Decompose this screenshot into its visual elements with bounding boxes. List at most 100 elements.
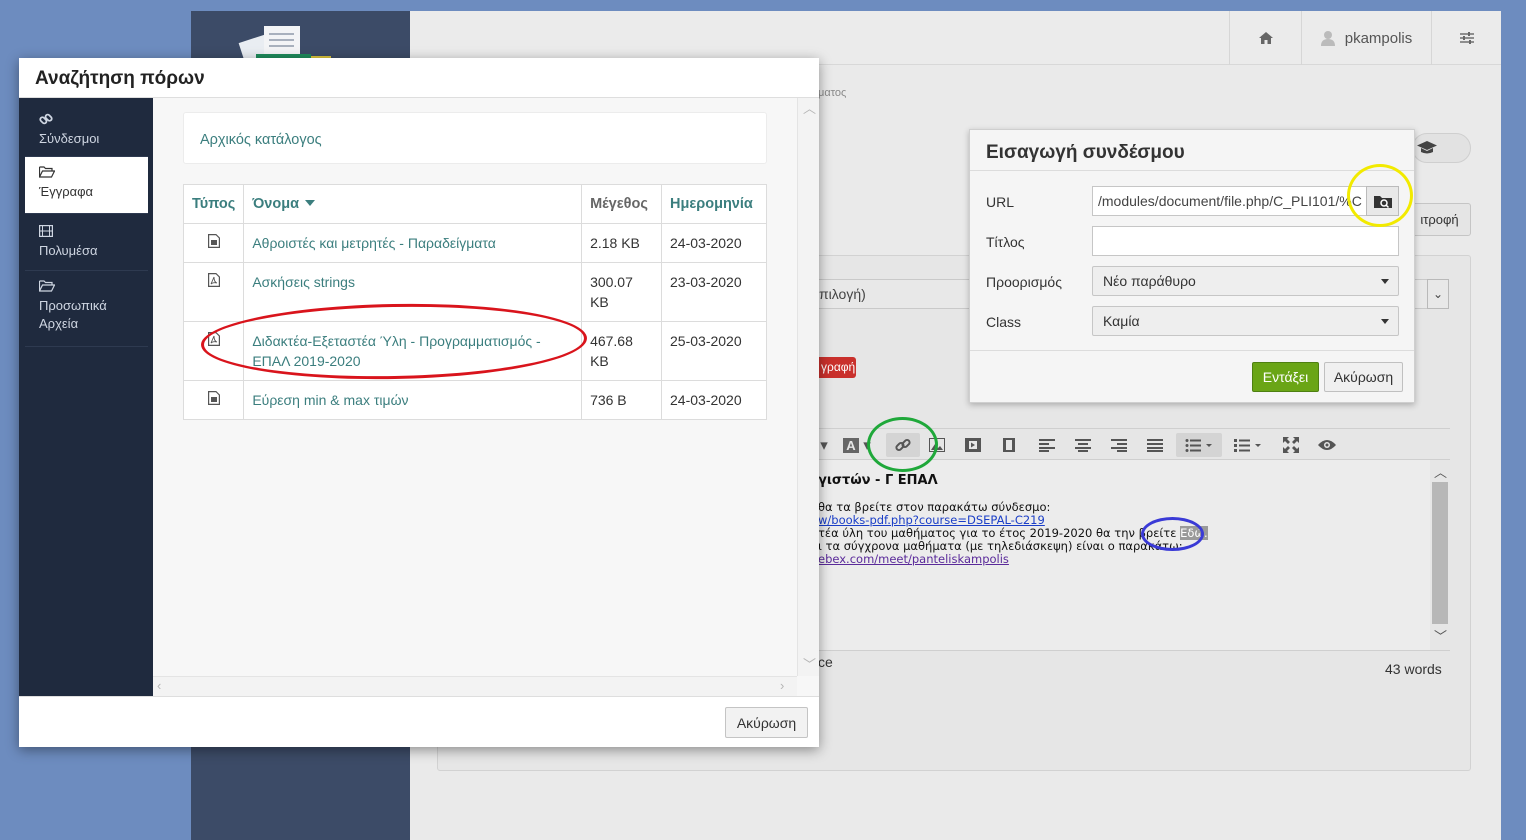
- dialog-title: Εισαγωγή συνδέσμου: [986, 142, 1185, 163]
- home-button[interactable]: [1229, 11, 1301, 65]
- nav-item-documents[interactable]: Έγγραφα: [25, 157, 148, 214]
- title-field[interactable]: [1092, 226, 1399, 256]
- sliders-icon: [1459, 32, 1474, 44]
- vertical-scrollbar[interactable]: ︿ ﹀: [797, 98, 819, 676]
- browse-button[interactable]: [1366, 186, 1399, 216]
- insert-link-dialog: Εισαγωγή συνδέσμου URL /modules/document…: [969, 129, 1415, 403]
- scroll-thumb[interactable]: [1432, 482, 1448, 624]
- align-center-icon[interactable]: [1070, 433, 1096, 457]
- editor-toolbar: ▾ A ▾: [818, 428, 1450, 460]
- horizontal-scrollbar[interactable]: ‹ ›: [153, 676, 797, 696]
- bg-breadcrumb-fragment: ματος: [818, 87, 847, 99]
- nav-item-links[interactable]: Σύνδεσμοι: [25, 104, 148, 157]
- ok-button[interactable]: Εντάξει: [1252, 362, 1319, 392]
- scroll-up-icon[interactable]: ︿: [1434, 462, 1447, 481]
- editor-heading: γιστών - Γ ΕΠΑΛ: [818, 473, 938, 488]
- cancel-button[interactable]: Ακύρωση: [725, 707, 808, 738]
- insert-link-button[interactable]: [886, 433, 920, 457]
- align-justify-icon[interactable]: [1142, 433, 1168, 457]
- align-right-icon[interactable]: [1106, 433, 1132, 457]
- return-button[interactable]: ιτροφή: [1408, 203, 1471, 236]
- file-icon: [207, 234, 220, 248]
- pdf-file-icon: [207, 273, 220, 287]
- link-icon: [39, 113, 53, 125]
- file-size: 736 B: [581, 380, 663, 420]
- align-left-icon[interactable]: [1034, 433, 1060, 457]
- file-link[interactable]: Αθροιστές και μετρητές - Παραδείγματα: [252, 235, 496, 251]
- col-header-type[interactable]: Τύπος: [182, 184, 245, 224]
- word-count: 43 words: [1385, 661, 1442, 677]
- scroll-up-icon[interactable]: ︿: [803, 98, 816, 117]
- media-icon[interactable]: [960, 433, 986, 457]
- table-row: Διδακτέα-Εξεταστέα Ύλη - Προγραμματισμός…: [182, 321, 767, 381]
- col-header-size: Μέγεθος: [581, 184, 663, 224]
- image-icon[interactable]: [924, 433, 950, 457]
- film-icon[interactable]: [996, 433, 1022, 457]
- graduation-cap-icon: [1417, 141, 1437, 154]
- dropdown-caret-icon[interactable]: ▾: [818, 433, 830, 457]
- editor-link[interactable]: ebex.com/meet/panteliskampolis: [818, 553, 1430, 566]
- app-logo-icon: [238, 26, 331, 63]
- resource-sidenav: Σύνδεσμοι Έγγραφα Πολυμέσα Προσωπικά Αρχ…: [19, 98, 153, 696]
- scroll-down-icon[interactable]: ﹀: [803, 654, 816, 673]
- film-icon: [39, 225, 54, 238]
- editor-scrollbar[interactable]: ︿ ﹀: [1430, 460, 1450, 648]
- folder-open-icon: [38, 280, 56, 292]
- caret-down-icon: [1381, 279, 1389, 284]
- top-navbar: pkampolis: [410, 11, 1501, 65]
- fullscreen-icon[interactable]: [1278, 433, 1304, 457]
- editor-path: ce: [818, 654, 833, 670]
- nav-item-personal-files[interactable]: Προσωπικά Αρχεία: [25, 271, 148, 347]
- root-folder-link[interactable]: Αρχικός κατάλογος: [200, 132, 322, 148]
- target-label: Προορισμός: [986, 274, 1062, 290]
- file-icon: [207, 391, 220, 405]
- file-link[interactable]: Διδακτέα-Εξεταστέα Ύλη - Προγραμματισμός…: [252, 333, 540, 369]
- file-size: 300.07 KB: [581, 262, 663, 322]
- nav-label: Έγγραφα: [39, 184, 94, 199]
- numbered-list-icon[interactable]: [1230, 433, 1266, 457]
- modal-title: Αναζήτηση πόρων: [35, 68, 205, 89]
- folder-search-icon: [1373, 196, 1392, 208]
- class-label: Class: [986, 314, 1022, 330]
- caret-down-icon: [1381, 319, 1389, 324]
- selected-text[interactable]: Εδώ.: [1180, 526, 1208, 540]
- editor-content[interactable]: γιστών - Γ ΕΠΑΛ θα τα βρείτε στον παρακά…: [818, 460, 1430, 650]
- settings-button[interactable]: [1431, 11, 1501, 65]
- user-menu-button[interactable]: pkampolis: [1301, 11, 1431, 65]
- font-color-caret-icon[interactable]: ▾: [862, 433, 872, 457]
- resource-list-area: Αρχικός κατάλογος Τύπος Όνομα Μέγεθος Ημ…: [153, 98, 819, 696]
- table-row: Εύρεση min & max τιμών 736 B 24-03-2020: [182, 380, 767, 420]
- scroll-left-icon[interactable]: ‹: [157, 678, 161, 693]
- sort-desc-icon: [305, 200, 315, 207]
- user-icon: [1320, 30, 1335, 46]
- file-size: 2.18 KB: [581, 223, 663, 263]
- file-date: 23-03-2020: [661, 262, 767, 322]
- home-icon: [1258, 32, 1273, 44]
- col-header-name[interactable]: Όνομα: [243, 184, 583, 224]
- folder-open-icon: [38, 166, 56, 178]
- chevron-down-icon[interactable]: ⌄: [1427, 279, 1449, 309]
- eye-icon[interactable]: [1314, 433, 1340, 457]
- file-date: 24-03-2020: [661, 223, 767, 263]
- pdf-file-icon: [207, 332, 220, 346]
- cancel-button[interactable]: Ακύρωση: [1324, 362, 1403, 392]
- nav-label: Πολυμέσα: [39, 243, 98, 258]
- table-row: Αθροιστές και μετρητές - Παραδείγματα 2.…: [182, 223, 767, 263]
- resource-browser-modal: Αναζήτηση πόρων Σύνδεσμοι Έγγραφα Πολυμέ…: [19, 58, 819, 747]
- target-select[interactable]: Νέο παράθυρο: [1092, 266, 1399, 296]
- editor-statusbar: ce 43 words: [818, 650, 1450, 686]
- delete-button[interactable]: γραφή: [818, 357, 856, 378]
- col-header-date[interactable]: Ημερομηνία: [661, 184, 767, 224]
- url-field[interactable]: /modules/document/file.php/C_PLI101/%C: [1092, 186, 1367, 216]
- scroll-down-icon[interactable]: ﹀: [1434, 626, 1447, 645]
- font-color-icon[interactable]: A: [838, 433, 864, 457]
- file-link[interactable]: Ασκήσεις strings: [252, 274, 355, 290]
- file-date: 25-03-2020: [661, 321, 767, 381]
- url-label: URL: [986, 194, 1015, 210]
- class-select[interactable]: Καμία: [1092, 306, 1399, 336]
- bullet-list-icon[interactable]: [1176, 433, 1222, 457]
- scroll-right-icon[interactable]: ›: [780, 678, 784, 693]
- course-toggle[interactable]: [1412, 133, 1471, 163]
- file-link[interactable]: Εύρεση min & max τιμών: [252, 392, 408, 408]
- nav-item-media[interactable]: Πολυμέσα: [25, 216, 148, 271]
